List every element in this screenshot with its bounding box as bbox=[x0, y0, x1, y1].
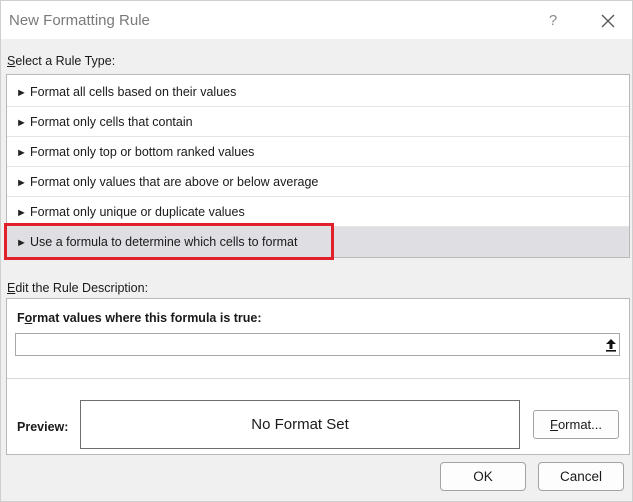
rule-description-label: Edit the Rule Description: bbox=[7, 281, 148, 295]
rule-type-item-label: Format only unique or duplicate values bbox=[30, 205, 245, 219]
rule-type-item[interactable]: ► Format all cells based on their values bbox=[7, 77, 629, 107]
formula-label-first: F bbox=[17, 311, 25, 325]
help-button[interactable]: ? bbox=[541, 9, 565, 33]
cancel-button[interactable]: Cancel bbox=[538, 462, 624, 491]
close-button[interactable] bbox=[596, 9, 620, 33]
format-button-accel: F bbox=[549, 417, 558, 432]
format-button[interactable]: Format... bbox=[533, 410, 619, 439]
rule-type-item[interactable]: ► Format only cells that contain bbox=[7, 107, 629, 137]
highlight-annotation-box bbox=[4, 223, 334, 260]
bullet-arrow-icon: ► bbox=[16, 117, 27, 129]
bullet-arrow-icon: ► bbox=[16, 147, 27, 159]
rule-description-panel: Format values where this formula is true… bbox=[6, 298, 630, 455]
bullet-arrow-icon: ► bbox=[16, 87, 27, 99]
rule-type-item-label: Format all cells based on their values bbox=[30, 85, 237, 99]
collapse-dialog-button[interactable] bbox=[602, 334, 620, 355]
formula-input[interactable] bbox=[15, 333, 620, 356]
divider bbox=[7, 378, 629, 379]
formula-label: Format values where this formula is true… bbox=[17, 311, 262, 325]
preview-text: No Format Set bbox=[251, 416, 349, 433]
rule-type-item[interactable]: ► Format only top or bottom ranked values bbox=[7, 137, 629, 167]
new-formatting-rule-dialog: New Formatting Rule ? Select a Rule Type… bbox=[0, 0, 633, 502]
preview-box: No Format Set bbox=[80, 400, 520, 449]
rule-type-item-label: Format only top or bottom ranked values bbox=[30, 145, 255, 159]
rule-type-item[interactable]: ► Format only values that are above or be… bbox=[7, 167, 629, 197]
upload-arrow-icon bbox=[606, 338, 616, 352]
dialog-title: New Formatting Rule bbox=[9, 12, 150, 29]
rule-description-label-text: dit the Rule Description: bbox=[15, 281, 149, 295]
rule-type-label-text: elect a Rule Type: bbox=[15, 54, 116, 68]
formula-label-text: rmat values where this formula is true: bbox=[32, 311, 262, 325]
format-button-label: ormat... bbox=[557, 417, 603, 432]
bullet-arrow-icon: ► bbox=[16, 177, 27, 189]
preview-label: Preview: bbox=[17, 420, 69, 434]
title-bar: New Formatting Rule ? bbox=[1, 1, 632, 39]
rule-type-item-label: Format only cells that contain bbox=[30, 115, 193, 129]
rule-type-label: Select a Rule Type: bbox=[7, 54, 115, 68]
rule-type-item-label: Format only values that are above or bel… bbox=[30, 175, 319, 189]
close-icon bbox=[601, 14, 615, 28]
ok-button[interactable]: OK bbox=[440, 462, 526, 491]
